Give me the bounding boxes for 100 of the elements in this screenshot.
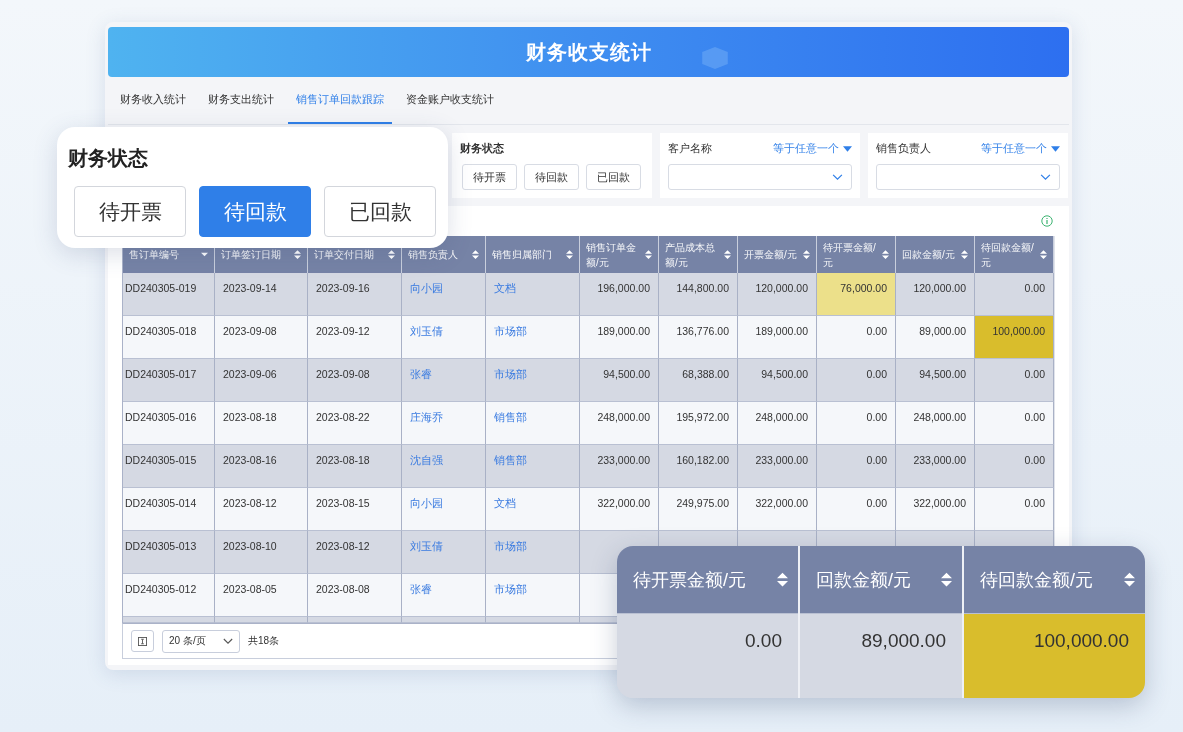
- table-cell: 2023-09-06: [215, 359, 308, 402]
- operator-dropdown[interactable]: 等于任意一个: [773, 141, 852, 156]
- table-link[interactable]: 文档: [494, 497, 516, 509]
- table-cell: 2023-08-10: [215, 531, 308, 574]
- table-cell: 136,776.00: [659, 316, 738, 359]
- table-link[interactable]: 市场部: [494, 325, 527, 337]
- sort-icon[interactable]: [961, 250, 968, 259]
- column-header[interactable]: 待开票金额/元: [617, 546, 798, 613]
- caret-icon[interactable]: [201, 250, 208, 259]
- sort-icon[interactable]: [388, 250, 395, 259]
- table-cell: 2023-08-22: [308, 402, 402, 445]
- table-cell: DD240305-018: [123, 316, 215, 359]
- sort-icon[interactable]: [882, 250, 889, 259]
- table-cell: 0.00: [817, 359, 896, 402]
- select-field[interactable]: [668, 164, 852, 190]
- info-icon[interactable]: [1041, 215, 1053, 227]
- table-cell: 233,000.00: [896, 445, 975, 488]
- table-cell: 2023-09-08: [215, 316, 308, 359]
- chevron-icon: [832, 173, 843, 181]
- table-cell: 0.00: [975, 402, 1054, 445]
- tab[interactable]: 财务收入统计: [112, 77, 194, 124]
- tab[interactable]: 销售订单回款跟踪: [288, 77, 392, 124]
- table-link[interactable]: 市场部: [494, 583, 527, 595]
- page-size-dropdown[interactable]: 20 条/页: [162, 629, 240, 653]
- filter-option[interactable]: 已回款: [586, 164, 641, 190]
- sort-icon[interactable]: [941, 572, 952, 587]
- total-count: 共18条: [248, 634, 280, 648]
- table-cell: 2023-08-08: [308, 574, 402, 617]
- table-link[interactable]: 向小园: [410, 282, 443, 294]
- filter-label: 客户名称: [668, 141, 712, 156]
- table-cell: 2023-08-16: [215, 445, 308, 488]
- table-cell: 2023-08-18: [215, 402, 308, 445]
- tab[interactable]: 资金账户收支统计: [398, 77, 502, 124]
- table-cell: 233,000.00: [580, 445, 659, 488]
- table-cell: 322,000.00: [896, 488, 975, 531]
- table-cell: 89,000.00: [861, 630, 946, 651]
- table-cell: 322,000.00: [580, 488, 659, 531]
- table-cell: DD240305-019: [123, 273, 215, 316]
- table-link[interactable]: 庄海乔: [410, 411, 443, 423]
- table-cell: 0.00: [975, 273, 1054, 316]
- table-cell: 0.00: [817, 316, 896, 359]
- table-cell: 248,000.00: [738, 402, 817, 445]
- table-cell: 94,500.00: [896, 359, 975, 402]
- sort-icon[interactable]: [645, 250, 652, 259]
- column-toggle-button[interactable]: [131, 630, 154, 652]
- table-cell: 2023-08-12: [308, 531, 402, 574]
- tab[interactable]: 财务支出统计: [200, 77, 282, 124]
- table-cell: 0.00: [745, 630, 782, 651]
- page-title: 财务收支统计: [525, 39, 652, 65]
- table-cell: 196,000.00: [580, 273, 659, 316]
- table-cell: 94,500.00: [738, 359, 817, 402]
- table-cell: DD240305-015: [123, 445, 215, 488]
- status-option[interactable]: 待开票: [74, 186, 186, 237]
- table-cell: 0.00: [817, 445, 896, 488]
- table-cell: 89,000.00: [896, 316, 975, 359]
- table-cell: 76,000.00: [817, 273, 896, 316]
- table-link[interactable]: 文档: [494, 282, 516, 294]
- table-cell: 2023-09-08: [308, 359, 402, 402]
- table-cell: 2023-08-15: [308, 488, 402, 531]
- table-link[interactable]: 市场部: [494, 540, 527, 552]
- table-link[interactable]: 销售部: [494, 411, 527, 423]
- sort-icon[interactable]: [803, 250, 810, 259]
- table-cell: 195,972.00: [659, 402, 738, 445]
- operator-dropdown[interactable]: 等于任意一个: [981, 141, 1060, 156]
- column-header[interactable]: 回款金额/元: [800, 546, 962, 613]
- sort-icon[interactable]: [1040, 250, 1047, 259]
- table-link[interactable]: 刘玉倩: [410, 325, 443, 337]
- select-field[interactable]: [876, 164, 1060, 190]
- sort-icon[interactable]: [294, 250, 301, 259]
- table-link[interactable]: 销售部: [494, 454, 527, 466]
- table-cell: 100,000.00: [1033, 630, 1129, 651]
- sort-icon[interactable]: [777, 572, 788, 587]
- filter-option[interactable]: 待回款: [524, 164, 579, 190]
- table-link[interactable]: 张睿: [410, 368, 432, 380]
- table-cell: 94,500.00: [580, 359, 659, 402]
- sort-icon[interactable]: [1124, 572, 1135, 587]
- filter-label: 销售负责人: [876, 141, 931, 156]
- table-link[interactable]: 刘玉倩: [410, 540, 443, 552]
- status-option[interactable]: 已回款: [324, 186, 436, 237]
- table-cell: DD240305-013: [123, 531, 215, 574]
- filter-option[interactable]: 待开票: [462, 164, 517, 190]
- column-icon: [138, 636, 147, 646]
- column-header[interactable]: 待回款金额/元: [964, 546, 1145, 613]
- table-link[interactable]: 张睿: [410, 583, 432, 595]
- table-cell: 0.00: [975, 488, 1054, 531]
- sort-icon[interactable]: [724, 250, 731, 259]
- table-cell: 2023-09-14: [215, 273, 308, 316]
- table-cell: 248,000.00: [896, 402, 975, 445]
- table-link[interactable]: 市场部: [494, 368, 527, 380]
- table-cell: 2023-09-12: [308, 316, 402, 359]
- popup-title: 财务状态: [68, 146, 149, 171]
- caret-icon: [843, 145, 852, 152]
- sort-icon[interactable]: [566, 250, 573, 259]
- sort-icon[interactable]: [472, 250, 479, 259]
- table-cell: 233,000.00: [738, 445, 817, 488]
- status-option[interactable]: 待回款: [199, 186, 311, 237]
- table-cell: 120,000.00: [738, 273, 817, 316]
- table-link[interactable]: 向小园: [410, 497, 443, 509]
- table-cell: 189,000.00: [738, 316, 817, 359]
- table-link[interactable]: 沈自强: [410, 454, 443, 466]
